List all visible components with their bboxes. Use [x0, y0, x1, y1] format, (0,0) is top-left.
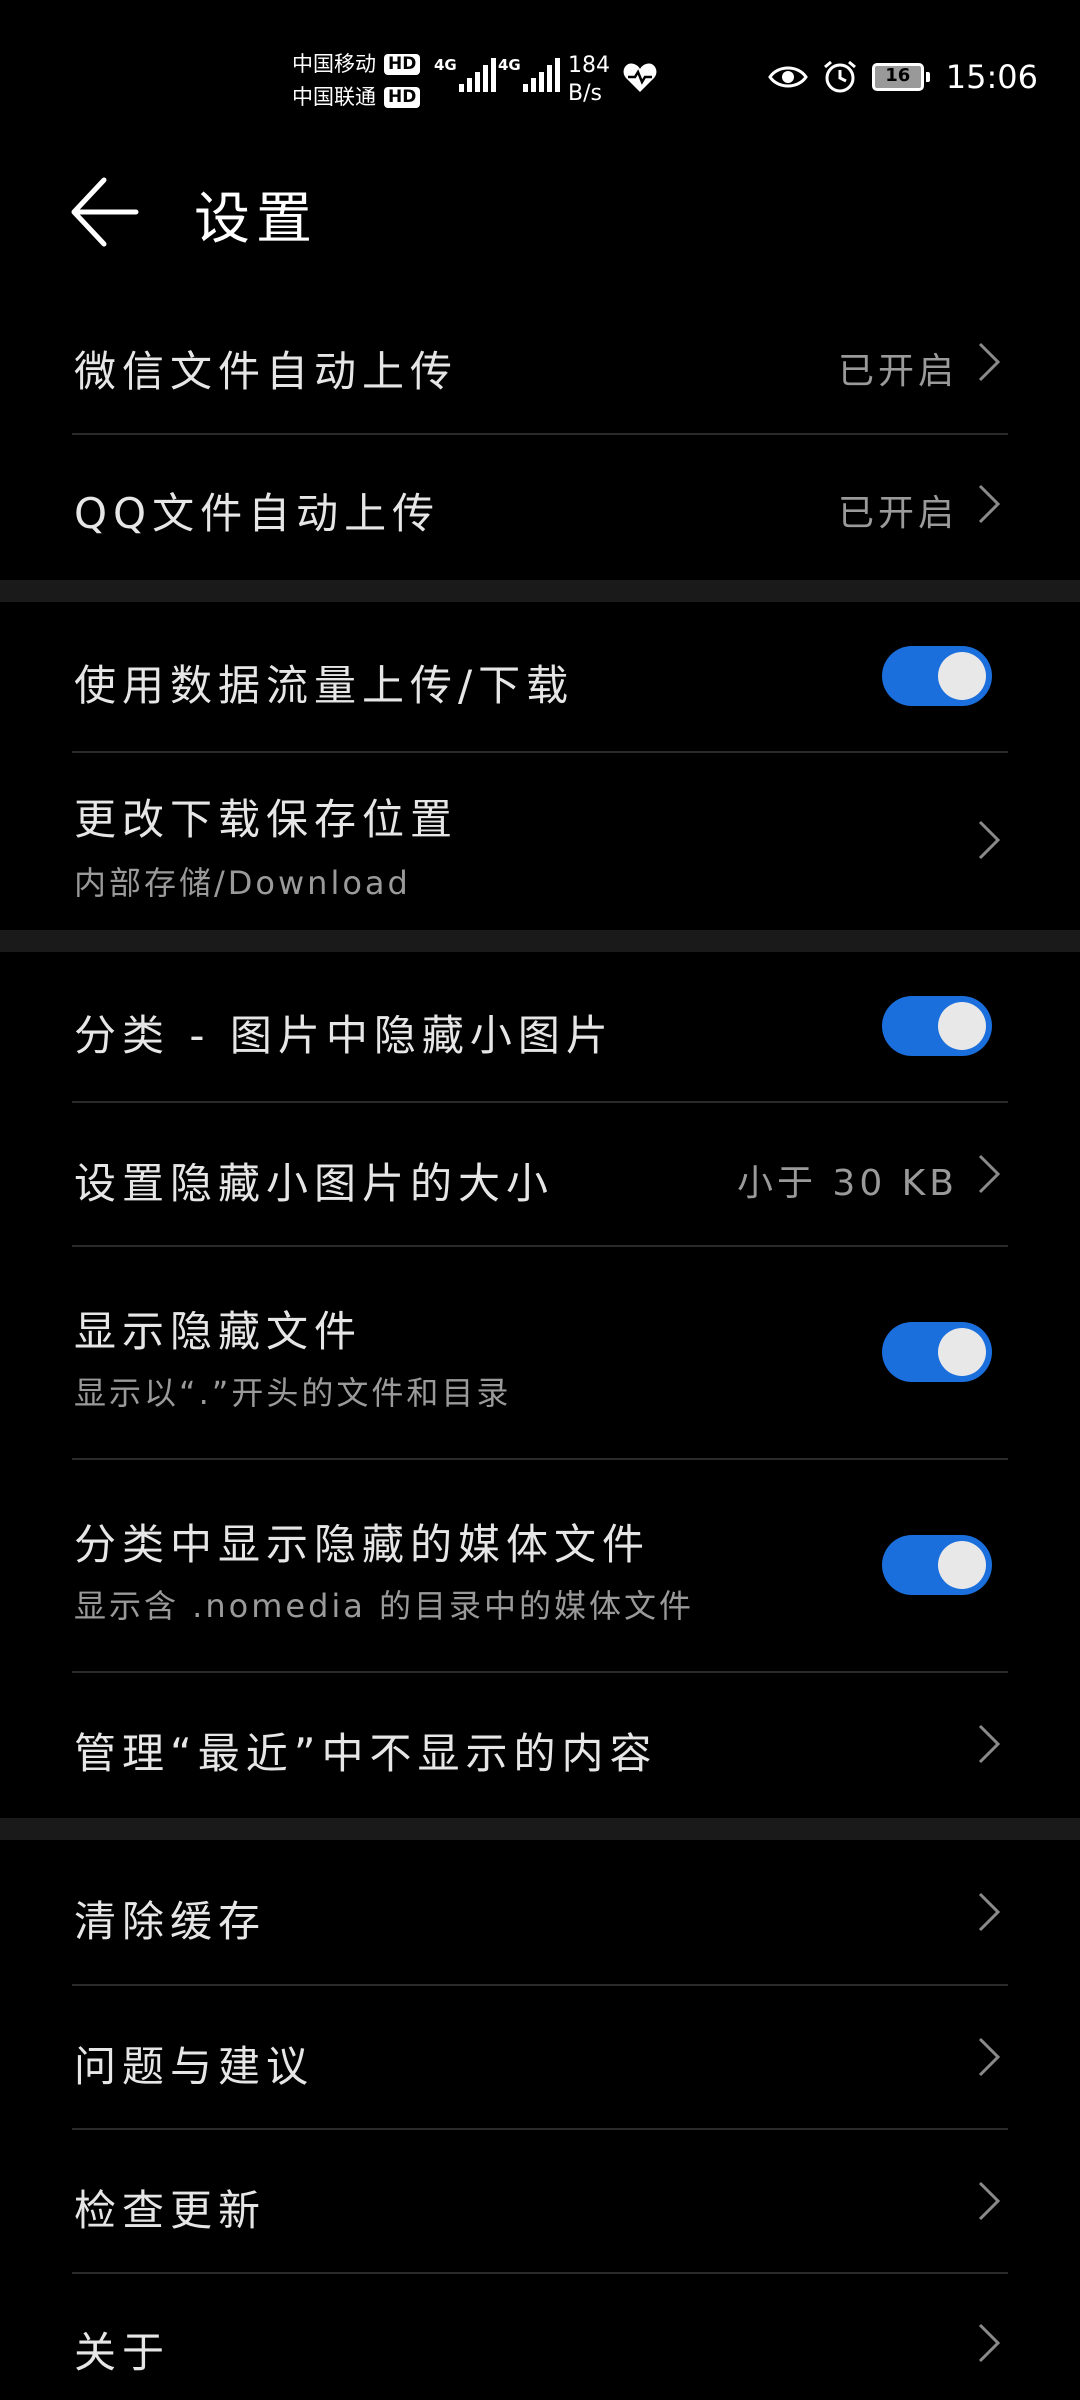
- settings-screen: 中国移动 HD 中国联通 HD 4G 4G 184 B/s 16 15:06 设…: [0, 0, 1080, 2400]
- setting-label: 使用数据流量上传/下载: [74, 661, 575, 710]
- setting-row-clear-cache[interactable]: 清除缓存: [0, 1840, 1080, 1984]
- network-speed: 184 B/s: [568, 52, 610, 108]
- carrier-info: 中国移动 HD 中国联通 HD: [292, 48, 421, 114]
- chevron-right-icon: [978, 1154, 1001, 1194]
- hd-badge-1: HD: [384, 54, 421, 75]
- arrow-left-icon[interactable]: [64, 172, 144, 252]
- setting-row-download-location[interactable]: 更改下载保存位置 内部存储/Download: [0, 752, 1080, 930]
- network-speed-unit: B/s: [568, 81, 602, 106]
- carrier-1-name: 中国移动: [292, 52, 376, 76]
- mobile-data-toggle[interactable]: [882, 646, 992, 706]
- heart-rate-icon: [623, 63, 657, 92]
- network-speed-value: 184: [568, 53, 610, 78]
- alarm-icon: [823, 60, 856, 93]
- section-gap: [0, 580, 1080, 602]
- chevron-right-icon: [978, 484, 1001, 524]
- show-hidden-media-toggle[interactable]: [882, 1535, 992, 1595]
- setting-label: QQ文件自动上传: [74, 489, 441, 538]
- status-bar: 中国移动 HD 中国联通 HD 4G 4G 184 B/s 16 15:06: [0, 0, 1080, 150]
- setting-label: 关于: [74, 2328, 171, 2377]
- chevron-right-icon: [978, 2181, 1001, 2221]
- setting-row-manage-recent[interactable]: 管理“最近”中不显示的内容: [0, 1672, 1080, 1816]
- setting-row-show-hidden-files[interactable]: 显示隐藏文件 显示以“.”开头的文件和目录: [0, 1246, 1080, 1458]
- page-title: 设置: [194, 187, 318, 252]
- network-type-2: 4G: [498, 56, 521, 74]
- status-icons-right: 16 15:06: [767, 58, 1038, 96]
- setting-label: 显示隐藏文件: [74, 1307, 363, 1356]
- setting-label: 更改下载保存位置: [74, 795, 459, 844]
- setting-value: 已开启: [837, 493, 958, 534]
- app-header: 设置: [0, 150, 1080, 270]
- signal-strength-2-icon: 4G: [498, 56, 560, 92]
- setting-row-qq-upload[interactable]: QQ文件自动上传 已开启: [0, 434, 1080, 578]
- network-type-1: 4G: [434, 56, 457, 74]
- battery-icon: 16: [871, 63, 930, 91]
- hide-small-images-toggle[interactable]: [882, 996, 992, 1056]
- chevron-right-icon: [978, 2323, 1001, 2363]
- setting-label: 设置隐藏小图片的大小: [74, 1159, 555, 1208]
- signal-strength-1-icon: 4G: [434, 56, 496, 92]
- setting-row-mobile-data[interactable]: 使用数据流量上传/下载: [0, 602, 1080, 752]
- setting-row-hide-small-images[interactable]: 分类 - 图片中隐藏小图片: [0, 952, 1080, 1102]
- eye-icon: [767, 66, 808, 88]
- setting-label: 清除缓存: [74, 1897, 267, 1946]
- show-hidden-files-toggle[interactable]: [882, 1322, 992, 1382]
- battery-level: 16: [885, 65, 911, 86]
- setting-row-show-hidden-media[interactable]: 分类中显示隐藏的媒体文件 显示含 .nomedia 的目录中的媒体文件: [0, 1459, 1080, 1671]
- setting-row-wechat-upload[interactable]: 微信文件自动上传 已开启: [0, 290, 1080, 434]
- setting-row-about[interactable]: 关于: [0, 2273, 1080, 2400]
- section-gap: [0, 1818, 1080, 1840]
- setting-label: 分类中显示隐藏的媒体文件: [74, 1520, 651, 1569]
- clock-time: 15:06: [945, 58, 1038, 96]
- hd-badge-2: HD: [384, 87, 421, 108]
- chevron-right-icon: [978, 342, 1001, 382]
- setting-label: 问题与建议: [74, 2042, 315, 2091]
- section-gap: [0, 930, 1080, 952]
- chevron-right-icon: [978, 820, 1001, 860]
- setting-value: 小于 30 KB: [736, 1163, 958, 1204]
- setting-subtitle: 显示含 .nomedia 的目录中的媒体文件: [74, 1587, 695, 1625]
- setting-row-check-update[interactable]: 检查更新: [0, 2129, 1080, 2273]
- setting-row-small-image-size[interactable]: 设置隐藏小图片的大小 小于 30 KB: [0, 1102, 1080, 1246]
- setting-value: 已开启: [837, 351, 958, 392]
- setting-label: 微信文件自动上传: [74, 347, 459, 396]
- setting-label: 管理“最近”中不显示的内容: [74, 1729, 658, 1778]
- chevron-right-icon: [978, 1892, 1001, 1932]
- setting-subtitle: 内部存储/Download: [74, 864, 411, 902]
- chevron-right-icon: [978, 2037, 1001, 2077]
- setting-subtitle: 显示以“.”开头的文件和目录: [74, 1374, 512, 1412]
- setting-row-feedback[interactable]: 问题与建议: [0, 1985, 1080, 2129]
- setting-label: 分类 - 图片中隐藏小图片: [74, 1011, 614, 1060]
- setting-label: 检查更新: [74, 2186, 267, 2235]
- chevron-right-icon: [978, 1724, 1001, 1764]
- carrier-2-name: 中国联通: [292, 85, 376, 109]
